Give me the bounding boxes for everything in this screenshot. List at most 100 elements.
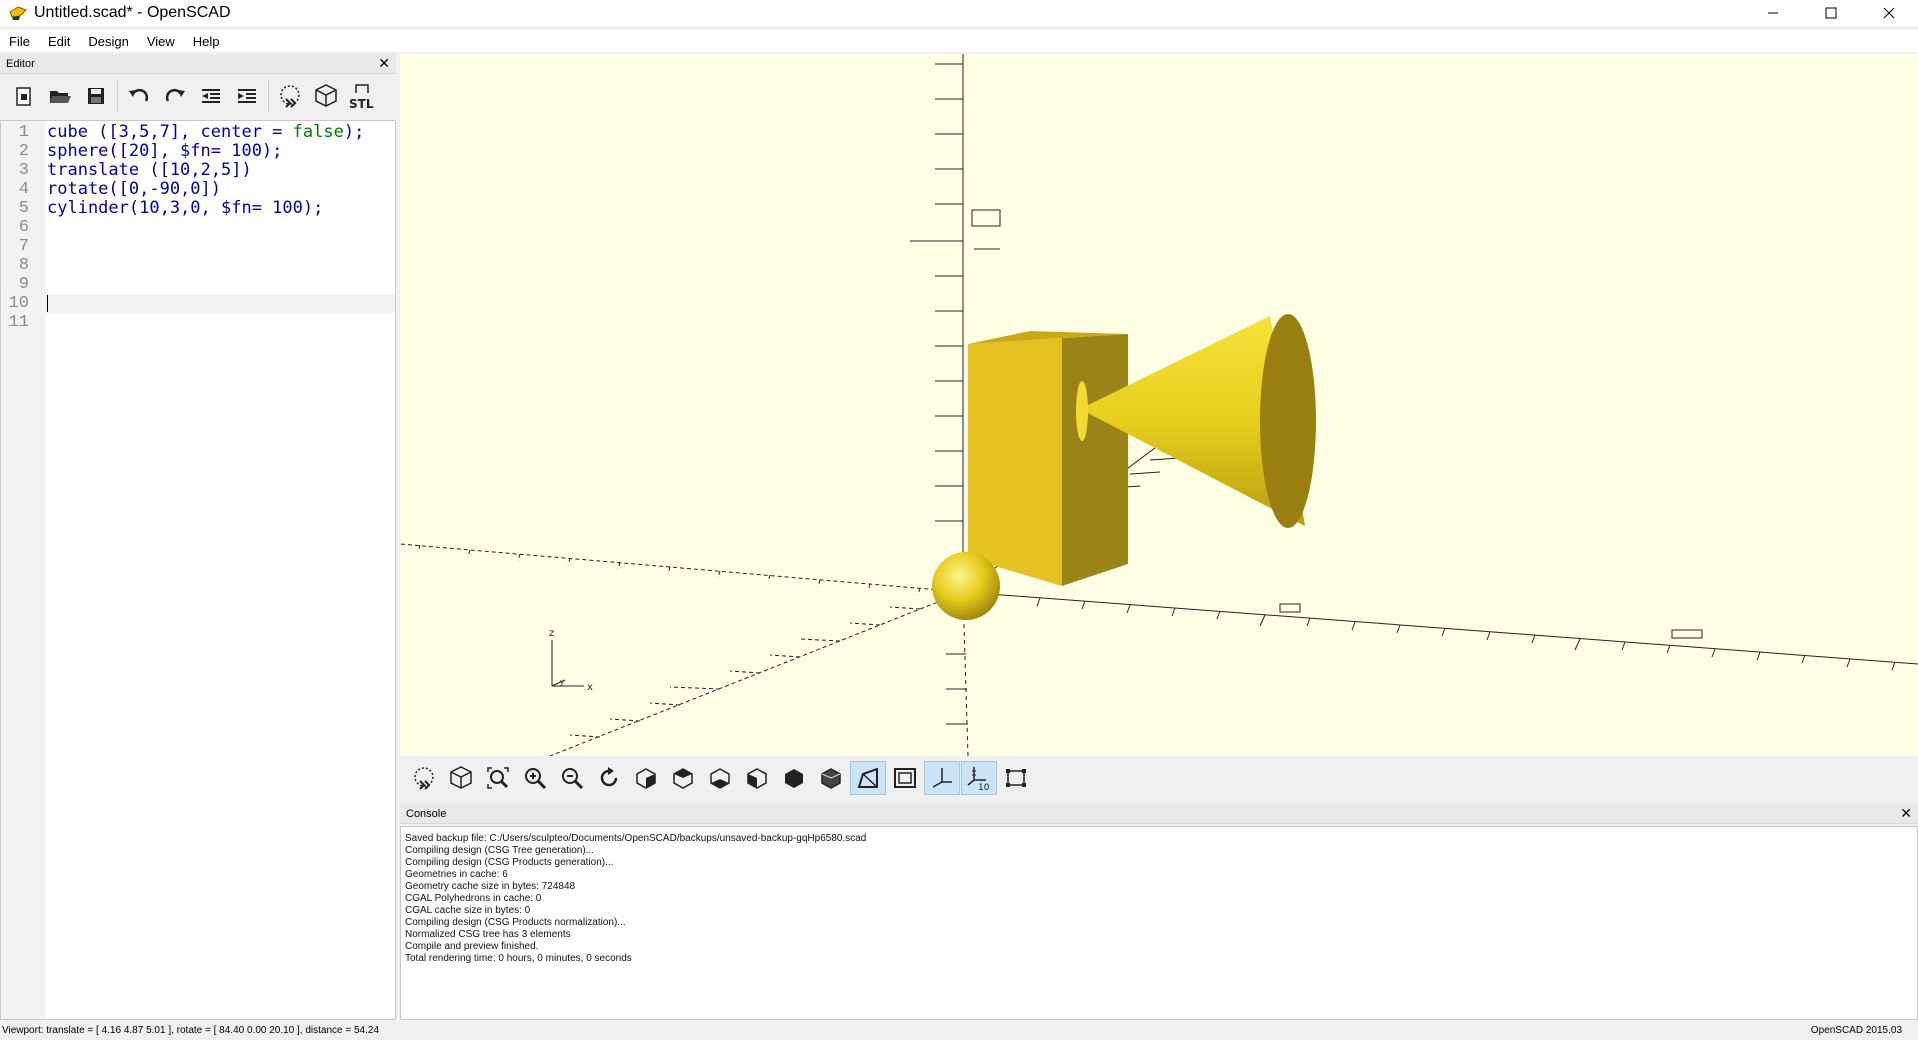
code-line-current[interactable]: 10 (1, 294, 395, 313)
code-text: translate ([10,2,5]) (47, 160, 252, 180)
cube-object (968, 331, 1128, 586)
zoom-in-button[interactable] (517, 761, 553, 795)
render-icon (315, 84, 337, 107)
code-line[interactable]: 3 translate ([10,2,5]) (1, 160, 395, 181)
minimize-icon (1768, 12, 1778, 14)
view-top-button[interactable] (665, 761, 701, 795)
save-icon (88, 88, 104, 104)
status-bar: Viewport: translate = [ 4.16 4.87 5.01 ]… (0, 1022, 1918, 1040)
show-axes-button[interactable] (924, 761, 960, 795)
view-left-button[interactable] (739, 761, 775, 795)
console-output[interactable]: Saved backup file: C:/Users/sculpteo/Doc… (400, 826, 1918, 1020)
editor-title: Editor (6, 58, 35, 70)
export-stl-icon: STL (349, 84, 374, 111)
code-line[interactable]: 5 cylinder(10,3,0, $fn= 100); (1, 198, 395, 219)
view-top-icon (673, 768, 693, 789)
preview-button[interactable] (272, 78, 308, 114)
new-file-icon (16, 87, 31, 106)
console-panel: Console ✕ Saved backup file: C:/Users/sc… (400, 804, 1918, 1020)
code-line[interactable]: 4 rotate([0,-90,0]) (1, 180, 395, 200)
line-number: 8 (18, 256, 29, 275)
open-file-button[interactable] (42, 78, 78, 114)
code-editor[interactable]: 1 cube ([3,5,7], center = false); 2 sphere… (0, 120, 396, 1020)
console-line: Saved backup file: C:/Users/sculpteo/Doc… (405, 833, 867, 844)
minimize-button[interactable] (1744, 0, 1802, 26)
menu-edit[interactable]: Edit (39, 34, 79, 49)
show-scale-markers-button[interactable]: 10 (961, 761, 997, 795)
line-number: 3 (18, 161, 29, 180)
export-stl-button[interactable]: STL (344, 78, 380, 114)
zoom-out-button[interactable] (554, 761, 590, 795)
code-text: cylinder(10,3,0, $fn= 100); (47, 198, 324, 218)
render-icon (450, 766, 472, 789)
line-number: 5 (18, 199, 29, 218)
render-button[interactable] (308, 78, 344, 114)
view-back-button[interactable] (813, 761, 849, 795)
code-line[interactable]: 9 (1, 275, 395, 294)
view-all-button[interactable] (480, 761, 516, 795)
indent-icon (238, 89, 256, 103)
undo-button[interactable] (121, 78, 157, 114)
maximize-button[interactable] (1802, 0, 1860, 26)
view-bottom-button[interactable] (702, 761, 738, 795)
axis-label-y: y (560, 678, 564, 686)
openscad-logo-icon (9, 6, 27, 20)
show-edges-button[interactable] (998, 761, 1034, 795)
menu-design[interactable]: Design (79, 34, 137, 49)
reset-view-icon (600, 767, 618, 787)
editor-panel: Editor ✕ STL 1 cube ([3,5,7], center = f… (0, 54, 396, 1020)
x-axis-negative (400, 543, 964, 596)
close-window-button[interactable] (1860, 0, 1918, 26)
close-icon (1883, 7, 1895, 19)
console-line: CGAL cache size in bytes: 0 (405, 905, 531, 916)
code-line[interactable]: 11 (1, 313, 395, 332)
line-number: 10 (8, 294, 29, 313)
console-line: Normalized CSG tree has 3 elements (405, 929, 571, 940)
console-line: Compile and preview finished. (405, 941, 539, 952)
view-all-icon (487, 767, 509, 789)
save-button[interactable] (78, 78, 114, 114)
menu-help[interactable]: Help (184, 34, 229, 49)
cube-side-face (1062, 334, 1128, 586)
viewport-toolbar: 10 (400, 758, 1918, 798)
redo-button[interactable] (157, 78, 193, 114)
menu-bar: File Edit Design View Help (0, 30, 1918, 52)
perspective-button[interactable] (850, 761, 886, 795)
code-line[interactable]: 7 (1, 237, 395, 256)
new-file-button[interactable] (6, 78, 42, 114)
preview-button[interactable] (406, 761, 442, 795)
line-number: 9 (18, 275, 29, 294)
code-line[interactable]: 6 (1, 218, 395, 237)
editor-close-button[interactable]: ✕ (378, 56, 390, 70)
show-scale-markers-icon: 10 (967, 767, 990, 791)
toolbar-separator (117, 80, 118, 112)
show-axes-icon (932, 768, 952, 788)
unindent-button[interactable] (193, 78, 229, 114)
console-line: Total rendering time: 0 hours, 0 minutes… (405, 953, 632, 964)
axes-indicator: z x y (549, 628, 593, 693)
code-line[interactable]: 1 cube ([3,5,7], center = false); (1, 123, 395, 143)
3d-viewport[interactable]: z x y (400, 54, 1918, 756)
view-right-button[interactable] (628, 761, 664, 795)
view-front-button[interactable] (776, 761, 812, 795)
orthogonal-button[interactable] (887, 761, 923, 795)
console-title: Console (406, 808, 447, 820)
code-text: sphere([20], $fn= 100); (47, 141, 283, 161)
line-number: 7 (18, 237, 29, 256)
version-label: OpenSCAD 2015.03 (1810, 1025, 1902, 1036)
window-title: Untitled.scad* - OpenSCAD (34, 4, 231, 21)
console-line: CGAL Polyhedrons in cache: 0 (405, 893, 542, 904)
reset-view-button[interactable] (591, 761, 627, 795)
x-axis (962, 591, 1918, 671)
perspective-icon (857, 767, 878, 788)
openscad-window: Untitled.scad* - OpenSCAD File Edit Desi… (0, 0, 1918, 1040)
indent-button[interactable] (229, 78, 265, 114)
render-button[interactable] (443, 761, 479, 795)
code-line[interactable]: 8 (1, 256, 395, 275)
console-close-button[interactable]: ✕ (1900, 806, 1912, 820)
scene-render: z x y (400, 54, 1918, 756)
code-line[interactable]: 2 sphere([20], $fn= 100); (1, 141, 395, 162)
menu-view[interactable]: View (138, 34, 184, 49)
preview-icon (280, 85, 300, 108)
menu-file[interactable]: File (0, 34, 39, 49)
